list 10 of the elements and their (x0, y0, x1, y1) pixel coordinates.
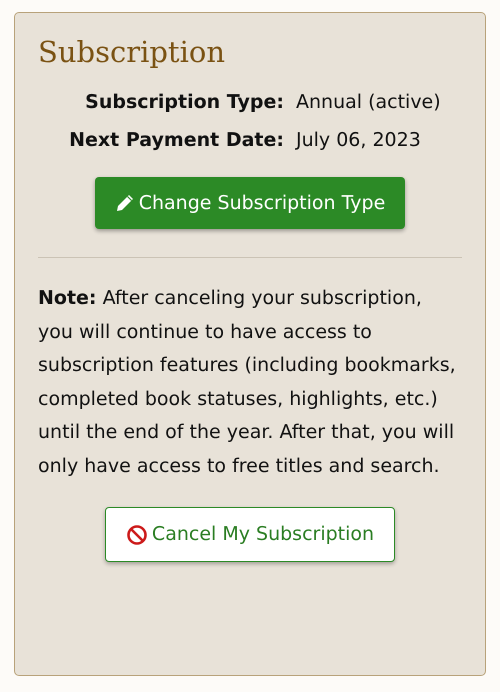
prohibited-icon (126, 524, 148, 546)
card-title: Subscription (38, 35, 226, 70)
cancel-subscription-button[interactable]: Cancel My Subscription (104, 507, 396, 562)
detail-value: July 06, 2023 (296, 129, 421, 152)
note-text: Note: After canceling your subscription, you will continue to have access to subscription features (including bookmarks, completed book statuses, highlights, etc.) until the end of the year. After that, you will only have access to free titles and search. (38, 286, 457, 479)
detail-label: Subscription Type: (85, 90, 284, 113)
change-subscription-button[interactable]: Change Subscription Type (94, 176, 406, 230)
detail-value: Annual (active) (296, 90, 441, 113)
pencil-icon (114, 193, 135, 214)
detail-label: Next Payment Date: (69, 129, 284, 152)
